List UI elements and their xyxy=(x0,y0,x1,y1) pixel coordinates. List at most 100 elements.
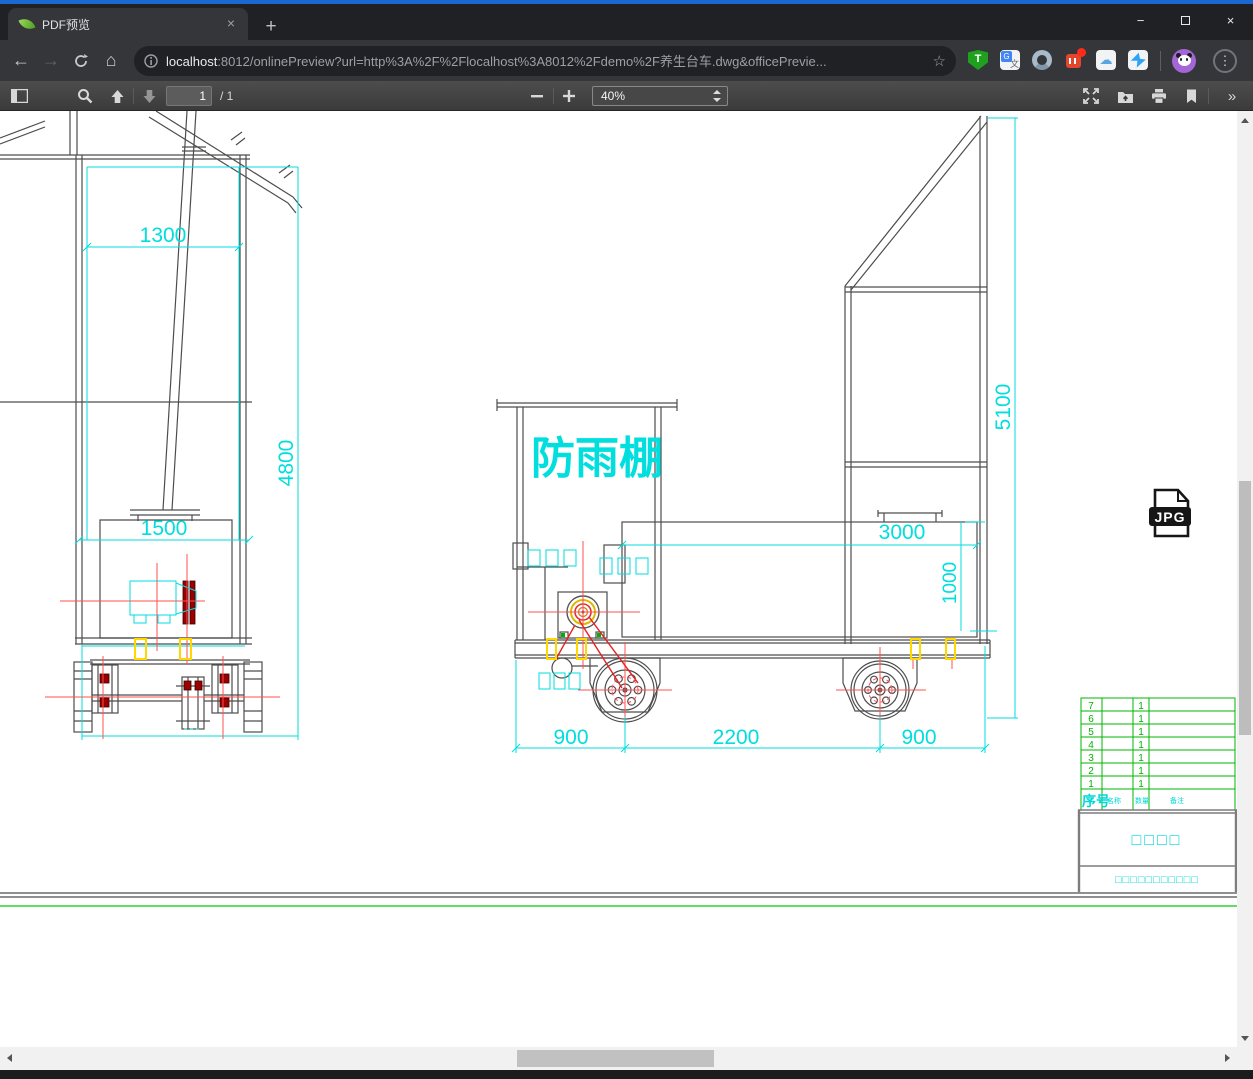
tab-close-icon[interactable]: × xyxy=(222,15,240,33)
notification-badge xyxy=(1077,48,1086,57)
reload-icon[interactable] xyxy=(66,46,96,76)
dim-900-left: 900 xyxy=(553,726,588,749)
dim-1300: 1300 xyxy=(140,224,187,247)
more-tools-icon[interactable]: » xyxy=(1218,84,1244,108)
forward-icon[interactable]: → xyxy=(36,46,66,76)
page-number-input[interactable] xyxy=(166,86,212,106)
bookmark-star-icon[interactable]: ☆ xyxy=(933,52,946,70)
bom-row-qty: 1 xyxy=(1138,766,1144,777)
browser-menu-kebab-icon[interactable]: ⋮ xyxy=(1213,48,1237,73)
title-block: 7 1 6 1 5 1 4 1 3 1 2 1 1 1 序号 名称 数量 备注 … xyxy=(1077,697,1237,893)
print-icon[interactable] xyxy=(1146,84,1172,108)
extension-bird-icon[interactable] xyxy=(1128,50,1149,71)
title-block-bottom-placeholder: □□□□□□□□□□□ xyxy=(1115,874,1199,886)
scroll-right-icon[interactable] xyxy=(1222,1051,1236,1065)
minimize-button[interactable]: − xyxy=(1118,6,1163,34)
bom-row-no: 4 xyxy=(1088,740,1094,751)
url-text[interactable]: localhost:8012/onlinePreview?url=http%3A… xyxy=(166,51,927,70)
bom-col-qty: 数量 xyxy=(1135,796,1149,805)
extension-proxy-ring-icon[interactable] xyxy=(1032,50,1053,71)
dim-1500: 1500 xyxy=(141,517,188,540)
ring-icon xyxy=(1032,50,1052,70)
url-host: localhost xyxy=(166,54,218,69)
extension-robot-icon[interactable] xyxy=(1064,48,1086,71)
shield-icon: T xyxy=(968,50,988,70)
left-view xyxy=(0,111,303,733)
presentation-mode-icon[interactable] xyxy=(1078,84,1104,108)
toolbar-divider xyxy=(1208,88,1209,104)
dim-5100: 5100 xyxy=(992,384,1015,431)
browser-navbar: ← → ⌂ localhost:8012/onlinePreview?url=h… xyxy=(0,40,1253,81)
browser-tab[interactable]: PDF预览 × xyxy=(8,8,248,40)
bom-row-no: 6 xyxy=(1088,714,1094,725)
jpg-label: JPG xyxy=(1154,509,1185,525)
panda-eye-icon xyxy=(1180,58,1182,61)
spring-leaf-favicon-icon xyxy=(18,16,36,32)
extensions-separator xyxy=(1160,50,1161,71)
dim-4800: 4800 xyxy=(275,440,298,487)
cad-drawing: 1300 1500 4800 防雨棚 5100 3000 1000 900 22… xyxy=(0,111,1237,907)
dim-1000: 1000 xyxy=(940,562,961,604)
dim-3000: 3000 xyxy=(879,521,926,544)
new-tab-button[interactable]: + xyxy=(258,14,284,40)
translate-wen-icon: 文 xyxy=(1009,59,1019,69)
left-view-dims: 1300 1500 4800 xyxy=(140,224,298,540)
extension-cloud-icon[interactable]: ☁ xyxy=(1096,50,1117,71)
horizontal-scrollbar-thumb[interactable] xyxy=(517,1050,714,1067)
bom-row-qty: 1 xyxy=(1138,701,1144,712)
profile-avatar[interactable] xyxy=(1172,48,1196,73)
bom-row-qty: 1 xyxy=(1138,727,1144,738)
maximize-icon xyxy=(1181,15,1190,25)
extensions-row: T G文 ☁ ⋮ xyxy=(968,48,1237,73)
zoom-in-icon[interactable] xyxy=(556,84,582,108)
bom-row-no: 1 xyxy=(1088,779,1094,790)
scroll-left-icon[interactable] xyxy=(0,1051,14,1065)
maximize-button[interactable] xyxy=(1163,6,1208,34)
horizontal-scrollbar[interactable] xyxy=(0,1047,1237,1070)
scroll-down-icon[interactable] xyxy=(1237,1033,1253,1047)
drawing-border xyxy=(0,892,1237,907)
bom-row-qty: 1 xyxy=(1138,779,1144,790)
search-icon[interactable] xyxy=(72,84,98,108)
bom-col-name: 名称 xyxy=(1107,796,1121,805)
titlebar: PDF预览 × + − × xyxy=(0,4,1253,40)
extension-translate-icon[interactable]: G文 xyxy=(1000,50,1021,71)
bom-row-qty: 1 xyxy=(1138,740,1144,751)
zoom-level-dropdown[interactable]: 40% xyxy=(592,86,728,106)
pdf-page: 1300 1500 4800 防雨棚 5100 3000 1000 900 22… xyxy=(0,111,1237,1047)
home-icon[interactable]: ⌂ xyxy=(96,46,126,76)
cloud-icon: ☁ xyxy=(1096,50,1116,70)
shelter-label: 防雨棚 xyxy=(531,434,663,483)
belt-lines xyxy=(555,616,639,689)
bom-col-no: 序号 xyxy=(1082,793,1110,809)
bom-row-no: 5 xyxy=(1088,727,1094,738)
dropdown-arrows-icon xyxy=(713,90,721,102)
close-button[interactable]: × xyxy=(1208,6,1253,34)
bookmark-icon[interactable] xyxy=(1178,84,1204,108)
left-view-clamps xyxy=(134,638,192,660)
previous-page-icon[interactable] xyxy=(104,84,130,108)
jpg-placeholder-icon: JPG xyxy=(1149,488,1191,538)
open-file-icon[interactable] xyxy=(1112,84,1138,108)
zoom-out-icon[interactable] xyxy=(524,84,550,108)
vertical-scrollbar-thumb[interactable] xyxy=(1239,481,1251,735)
tab-title: PDF预览 xyxy=(42,17,91,32)
url-bar[interactable]: localhost:8012/onlinePreview?url=http%3A… xyxy=(134,45,956,76)
back-icon[interactable]: ← xyxy=(6,46,36,76)
extension-tampermonkey-icon[interactable]: T xyxy=(968,50,989,71)
url-rest: :8012/onlinePreview?url=http%3A%2F%2Floc… xyxy=(217,54,827,69)
bom-row-qty: 1 xyxy=(1138,753,1144,764)
bom-row-no: 7 xyxy=(1088,701,1094,712)
dim-2200: 2200 xyxy=(713,726,760,749)
window-bottom-edge xyxy=(0,1070,1253,1079)
panda-eye-icon xyxy=(1186,58,1188,61)
next-page-icon[interactable] xyxy=(136,84,162,108)
scroll-up-icon[interactable] xyxy=(1237,111,1253,125)
bom-row-no: 3 xyxy=(1088,753,1094,764)
vertical-scrollbar[interactable] xyxy=(1237,111,1253,1047)
bom-col-note: 备注 xyxy=(1170,796,1184,805)
sidebar-toggle-icon[interactable] xyxy=(6,84,32,108)
info-icon[interactable] xyxy=(144,53,158,68)
page-count-label: / 1 xyxy=(220,89,234,103)
bom-row-no: 2 xyxy=(1088,766,1094,777)
